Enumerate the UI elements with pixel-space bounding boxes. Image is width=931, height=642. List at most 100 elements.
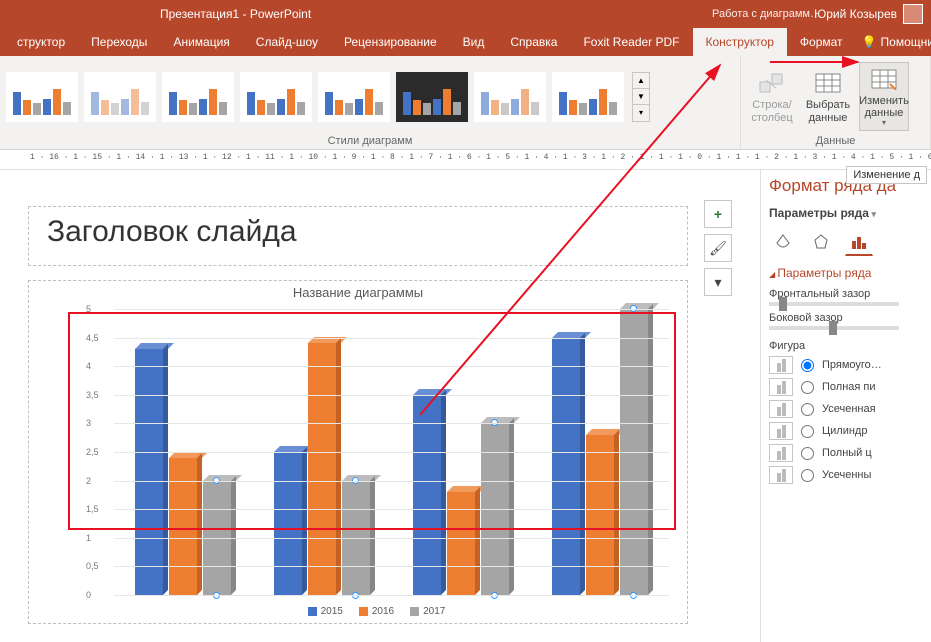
shape-option-label: Полная пи	[822, 381, 876, 393]
shape-thumb-icon	[769, 356, 793, 374]
shape-option-label: Полный ц	[822, 447, 872, 459]
shape-option-label: Усеченная	[822, 403, 876, 415]
legend[interactable]: 2015 2016 2017	[84, 606, 669, 617]
shape-thumb-icon	[769, 444, 793, 462]
tab-chart-design[interactable]: Конструктор	[693, 28, 787, 56]
chart-elements-button[interactable]: +	[704, 200, 732, 228]
tab-design-partial[interactable]: структор	[4, 28, 78, 56]
tab-animations[interactable]: Анимация	[160, 28, 242, 56]
switch-rowcol-label: Строка/ столбец	[751, 99, 792, 123]
format-pane: Формат ряда да Параметры ряда Параметры …	[760, 170, 931, 642]
switch-row-column-button[interactable]: Строка/ столбец	[747, 67, 797, 125]
format-category-icons	[769, 228, 931, 256]
tab-help[interactable]: Справка	[497, 28, 570, 56]
tell-me-label: Помощни	[881, 35, 931, 49]
tab-transitions[interactable]: Переходы	[78, 28, 160, 56]
shape-thumb-icon	[769, 422, 793, 440]
front-gap-slider[interactable]	[769, 302, 899, 306]
ruler-ticks: 1 · 16 · 1 · 15 · 1 · 14 · 1 · 13 · 1 · …	[30, 153, 931, 162]
tab-slideshow[interactable]: Слайд-шоу	[243, 28, 331, 56]
user-name: Юрий Козырев	[814, 7, 897, 21]
shape-option[interactable]: Полная пи	[769, 378, 931, 396]
horizontal-ruler[interactable]: 1 · 16 · 1 · 15 · 1 · 14 · 1 · 13 · 1 · …	[0, 150, 931, 170]
slide-title-text[interactable]: Заголовок слайда	[47, 215, 669, 249]
shape-option-label: Прямоуго…	[822, 359, 882, 371]
shape-option[interactable]: Полный ц	[769, 444, 931, 462]
fill-icon[interactable]	[769, 228, 797, 256]
shape-radio[interactable]	[801, 469, 814, 482]
styles-scroll-down[interactable]: ▼	[633, 89, 649, 105]
contextual-tab-label[interactable]: Работа с диаграмм…	[712, 8, 821, 20]
edit-data-icon	[868, 65, 900, 93]
tab-chart-format[interactable]: Формат	[787, 28, 856, 56]
avatar-icon	[903, 4, 923, 24]
edit-data-button[interactable]: Изменить данные ▾	[859, 62, 909, 131]
legend-item[interactable]: 2016	[359, 606, 394, 617]
shape-option-label: Цилиндр	[822, 425, 867, 437]
side-gap-label: Боковой зазор	[769, 312, 931, 324]
select-data-label: Выбрать данные	[806, 99, 850, 123]
chart-style-1[interactable]	[6, 72, 78, 122]
chart-style-2[interactable]	[84, 72, 156, 122]
chart-style-8[interactable]	[552, 72, 624, 122]
tooltip: Изменение д	[846, 166, 927, 184]
effects-icon[interactable]	[807, 228, 835, 256]
chevron-down-icon: ▾	[882, 119, 886, 128]
legend-item[interactable]: 2017	[410, 606, 445, 617]
chart-title[interactable]: Название диаграммы	[29, 285, 687, 300]
tab-foxit[interactable]: Foxit Reader PDF	[570, 28, 692, 56]
front-gap-label: Фронтальный зазор	[769, 288, 931, 300]
series-options-section[interactable]: Параметры ряда	[769, 266, 931, 280]
chart-style-4[interactable]	[240, 72, 312, 122]
app-title: Презентация1 - PowerPoint	[160, 7, 311, 21]
chart-style-6[interactable]	[396, 72, 468, 122]
tell-me[interactable]: 💡 Помощни	[862, 28, 931, 56]
shape-thumb-icon	[769, 466, 793, 484]
shape-option-label: Усеченны	[822, 469, 871, 481]
side-gap-slider[interactable]	[769, 326, 899, 330]
chart-style-5[interactable]	[318, 72, 390, 122]
select-data-button[interactable]: Выбрать данные	[803, 67, 853, 125]
chart-filters-button[interactable]: ▾	[704, 268, 732, 296]
chart-styles-group: ▲ ▼ ▾ Стили диаграмм	[0, 56, 741, 149]
chart-mini-toolbar: + 🖌 ▾	[704, 200, 732, 296]
data-group-label: Данные	[747, 133, 924, 147]
chart-styles-gallery: ▲ ▼ ▾	[6, 60, 734, 133]
styles-scroll-up[interactable]: ▲	[633, 73, 649, 89]
chart-object[interactable]: Название диаграммы 201520162017 00,511,5…	[28, 280, 688, 624]
select-data-icon	[812, 69, 844, 97]
styles-scroll: ▲ ▼ ▾	[632, 72, 650, 122]
shape-option[interactable]: Цилиндр	[769, 422, 931, 440]
data-group: Строка/ столбец Выбрать данные Изменить …	[741, 56, 931, 149]
slide[interactable]: Заголовок слайда Название диаграммы 2015…	[18, 200, 698, 630]
shape-thumb-icon	[769, 400, 793, 418]
title-placeholder[interactable]: Заголовок слайда	[28, 206, 688, 266]
legend-item[interactable]: 2015	[308, 606, 343, 617]
series-options-icon[interactable]	[845, 228, 873, 256]
shape-radio[interactable]	[801, 447, 814, 460]
chart-styles-label: Стили диаграмм	[6, 133, 734, 147]
user-account[interactable]: Юрий Козырев	[814, 4, 923, 24]
title-bar: Презентация1 - PowerPoint Работа с диагр…	[0, 0, 931, 28]
ribbon: ▲ ▼ ▾ Стили диаграмм Строка/ столбец Выб…	[0, 56, 931, 150]
slide-stage[interactable]: Заголовок слайда Название диаграммы 2015…	[0, 170, 760, 642]
shape-option[interactable]: Прямоуго…	[769, 356, 931, 374]
plot-area[interactable]: 201520162017 00,511,522,533,544,55	[84, 309, 669, 595]
shape-radio[interactable]	[801, 425, 814, 438]
edit-data-label: Изменить данные	[859, 95, 909, 119]
styles-more[interactable]: ▾	[633, 105, 649, 120]
shape-radio[interactable]	[801, 403, 814, 416]
lightbulb-icon: 💡	[862, 35, 877, 49]
shape-radio[interactable]	[801, 381, 814, 394]
series-options-dropdown[interactable]: Параметры ряда	[769, 206, 931, 220]
shape-option[interactable]: Усеченная	[769, 400, 931, 418]
chart-style-3[interactable]	[162, 72, 234, 122]
shape-thumb-icon	[769, 378, 793, 396]
tab-view[interactable]: Вид	[450, 28, 498, 56]
shape-label: Фигура	[769, 340, 931, 352]
shape-option[interactable]: Усеченны	[769, 466, 931, 484]
chart-style-7[interactable]	[474, 72, 546, 122]
tab-review[interactable]: Рецензирование	[331, 28, 450, 56]
shape-radio[interactable]	[801, 359, 814, 372]
chart-styles-button[interactable]: 🖌	[704, 234, 732, 262]
